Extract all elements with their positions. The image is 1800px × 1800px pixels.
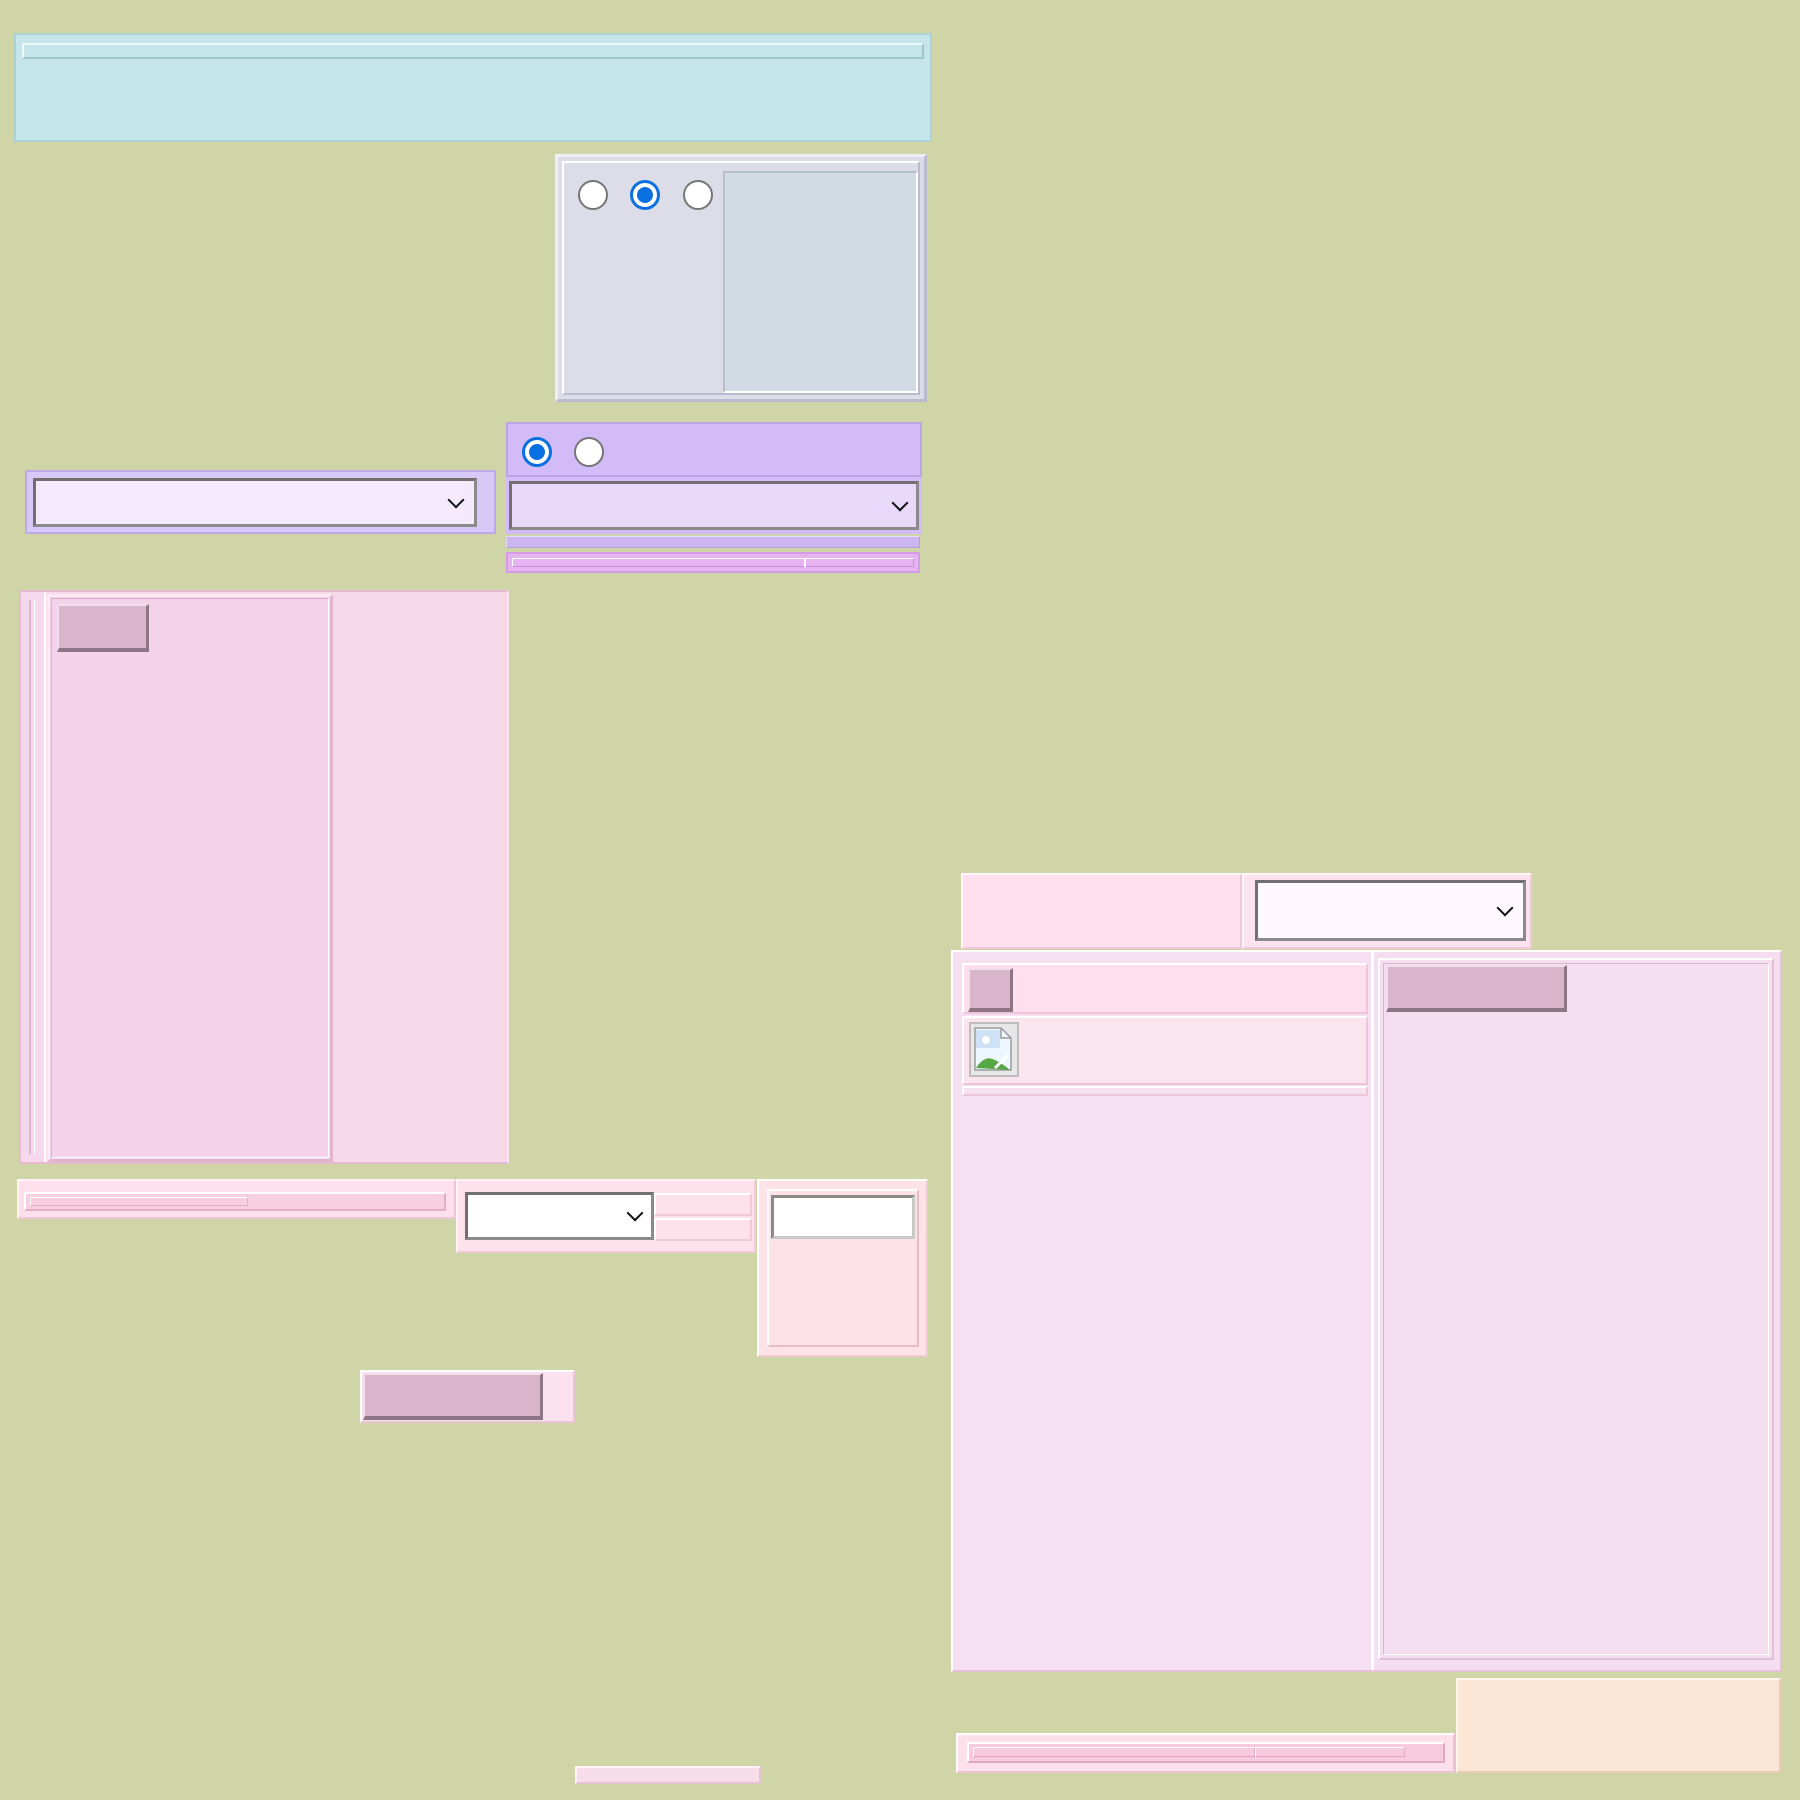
violet-radio-option-1[interactable] bbox=[522, 437, 552, 467]
violet-strip bbox=[506, 536, 920, 548]
top-panel-header-strip bbox=[22, 43, 924, 59]
right-large-panel bbox=[951, 950, 1782, 1672]
right-panel-right-inner-border bbox=[1383, 963, 1769, 1655]
right-scrollbar-thumb bbox=[973, 1747, 1255, 1757]
radio-panel bbox=[555, 154, 927, 402]
standalone-button[interactable] bbox=[363, 1373, 543, 1420]
right-panel-wide-button[interactable] bbox=[1386, 965, 1567, 1012]
input-panel bbox=[757, 1179, 928, 1357]
left-panel-button[interactable] bbox=[57, 604, 149, 652]
side-strip-line bbox=[29, 600, 35, 1154]
violet-scrollbar-track bbox=[512, 558, 914, 567]
violet-scrollbar-thumb-divider bbox=[804, 558, 806, 567]
chevron-down-icon bbox=[447, 491, 465, 508]
violet-select[interactable] bbox=[509, 481, 919, 530]
right-horizontal-scrollbar[interactable] bbox=[967, 1742, 1445, 1763]
top-panel bbox=[14, 33, 932, 142]
left-pink-panel-main bbox=[47, 594, 333, 1162]
lilac-select[interactable] bbox=[33, 478, 477, 527]
radio-option-1[interactable] bbox=[578, 180, 608, 210]
pink-select-side-strip-2 bbox=[654, 1218, 752, 1241]
right-scrollbar-segment bbox=[1255, 1747, 1405, 1757]
left-pink-panel-side-strip bbox=[21, 592, 46, 1162]
image-icon bbox=[969, 1022, 1019, 1077]
small-text-input[interactable] bbox=[771, 1195, 915, 1239]
right-panel-row-1 bbox=[962, 963, 1368, 1014]
right-panel-row-3 bbox=[962, 1086, 1368, 1096]
radio-option-3[interactable] bbox=[683, 180, 713, 210]
left-scrollbar-thumb bbox=[30, 1197, 248, 1206]
radio-panel-content-area bbox=[723, 171, 918, 393]
pink-select-bottom[interactable] bbox=[465, 1192, 654, 1240]
radio-option-2[interactable] bbox=[630, 180, 660, 210]
left-pink-panel bbox=[19, 590, 509, 1164]
right-panel-row-2 bbox=[962, 1016, 1368, 1085]
left-horizontal-scrollbar[interactable] bbox=[24, 1192, 446, 1211]
right-panel-small-button[interactable] bbox=[968, 968, 1013, 1012]
chevron-down-icon bbox=[626, 1204, 644, 1222]
violet-radio-option-2[interactable] bbox=[574, 437, 604, 467]
left-pink-panel-main-inner bbox=[51, 598, 329, 1158]
violet-horizontal-scrollbar[interactable] bbox=[506, 552, 920, 573]
right-pink-block bbox=[961, 873, 1242, 949]
chevron-down-icon bbox=[1496, 899, 1514, 916]
peach-block bbox=[1456, 1678, 1781, 1773]
right-panel-right-inner bbox=[1378, 958, 1774, 1660]
bottom-thin-strip bbox=[575, 1766, 761, 1784]
pink-select-side-strip-1 bbox=[654, 1193, 752, 1216]
violet-panel bbox=[506, 422, 922, 477]
right-select[interactable] bbox=[1255, 880, 1526, 941]
chevron-down-icon bbox=[891, 494, 909, 511]
